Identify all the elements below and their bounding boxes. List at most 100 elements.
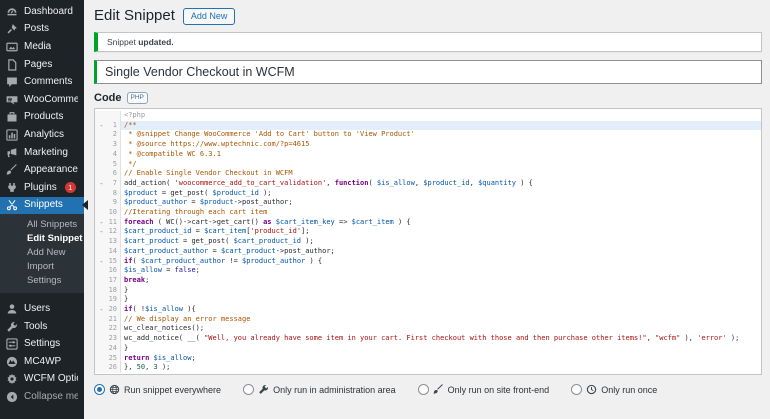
code-text[interactable]: $is_allow = false; — [121, 266, 761, 276]
code-text[interactable]: $product_author = $product->post_author; — [121, 198, 761, 208]
code-text[interactable]: return $is_allow; — [121, 354, 761, 364]
code-text[interactable]: <?php — [121, 111, 761, 121]
code-line-17[interactable]: 17 break; — [95, 275, 761, 286]
sidebar-item-collapse-menu[interactable]: Collapse menu — [0, 388, 84, 406]
snippet-title-input[interactable]: Single Vendor Checkout in WCFM — [94, 60, 762, 84]
sidebar-item-wcfm-options[interactable]: WCFM Options — [0, 371, 84, 389]
sidebar-item-analytics[interactable]: Analytics — [0, 126, 84, 144]
code-line-24[interactable]: 24} — [95, 343, 761, 354]
line-number: 2 — [112, 130, 117, 139]
sidebar-item-comments[interactable]: Comments — [0, 73, 84, 91]
code-line-4[interactable]: 4 * @compatible WC 6.3.1 — [95, 149, 761, 160]
fold-marker-icon[interactable]: - — [99, 305, 104, 315]
code-text[interactable]: $cart_product_id = $cart_item['product_i… — [121, 227, 761, 237]
code-line-23[interactable]: 23 wc_add_notice( __( "Well, you already … — [95, 334, 761, 344]
sidebar-item-dashboard[interactable]: Dashboard — [0, 3, 84, 21]
gutter: 3 — [95, 140, 121, 150]
sidebar-item-users[interactable]: Users — [0, 300, 84, 318]
code-text[interactable]: * @source https://www.wptechnic.com/?p=4… — [121, 140, 761, 150]
fold-marker-icon[interactable]: - — [99, 121, 104, 131]
code-text[interactable]: add_action( 'woocommerce_add_to_cart_val… — [121, 179, 761, 189]
gutter: -1 — [95, 120, 121, 131]
sidebar-item-tools[interactable]: Tools — [0, 318, 84, 336]
code-line-19[interactable]: 19} — [95, 295, 761, 306]
sidebar-item-pages[interactable]: Pages — [0, 56, 84, 74]
code-line-12[interactable]: -12 $cart_product_id = $cart_item['produc… — [95, 227, 761, 238]
code-text[interactable]: } — [121, 286, 761, 296]
fold-marker-icon[interactable]: - — [99, 218, 104, 228]
code-text[interactable]: } — [121, 295, 761, 305]
fold-marker-icon[interactable]: - — [99, 227, 104, 237]
scope-option-only-run-in-administration-area[interactable]: Only run in administration area — [243, 384, 396, 395]
code-line-2[interactable]: 2 * @snippet Change WooCommerce 'Add to … — [95, 130, 761, 141]
radio-button[interactable] — [417, 384, 429, 395]
code-line-5[interactable]: 5 */ — [95, 159, 761, 170]
code-line-13[interactable]: 13 $cart_product = get_post( $cart_produc… — [95, 237, 761, 247]
code-text[interactable]: foreach ( WC()->cart->get_cart() as $car… — [121, 218, 761, 228]
code-line-10[interactable]: 10 //Iterating through each cart item — [95, 208, 761, 218]
code-editor[interactable]: <?php -1/** 2 * @snippet Change WooCommerc… — [94, 108, 762, 375]
code-text[interactable]: if( !$is_allow ){ — [121, 305, 761, 315]
code-line-16[interactable]: 16 $is_allow = false; — [95, 266, 761, 276]
code-text[interactable]: /** — [121, 120, 761, 131]
sidebar-item-snippets[interactable]: Snippets — [0, 196, 88, 215]
line-number: 12 — [108, 227, 117, 236]
scope-option-run-snippet-everywhere[interactable]: Run snippet everywhere — [94, 384, 221, 395]
sidebar-subitem-add-new[interactable]: Add New — [0, 245, 84, 259]
code-text[interactable]: } — [121, 344, 761, 354]
fold-marker-icon[interactable]: - — [99, 257, 104, 267]
sidebar-item-products[interactable]: Products — [0, 109, 84, 127]
code-line-11[interactable]: -11 foreach ( WC()->cart->get_cart() as $… — [95, 217, 761, 228]
sidebar-item-posts[interactable]: Posts — [0, 21, 84, 39]
code-line-1[interactable]: -1/** — [95, 120, 761, 131]
code-line-8[interactable]: 8 $product = get_post( $product_id ); — [95, 188, 761, 199]
fold-marker-icon[interactable]: - — [99, 179, 104, 189]
scope-option-only-run-on-site-front-end[interactable]: Only run on site front-end — [417, 384, 550, 395]
code-text[interactable]: }, 50, 3 ); — [121, 363, 761, 373]
radio-button[interactable] — [243, 384, 255, 395]
sidebar-subitem-settings[interactable]: Settings — [0, 273, 84, 287]
code-line-25[interactable]: 25 return $is_allow; — [95, 353, 761, 364]
sidebar-subitem-all-snippets[interactable]: All Snippets — [0, 217, 84, 231]
sidebar-subitem-edit-snippet[interactable]: Edit Snippet — [0, 231, 84, 245]
code-line-18[interactable]: 18} — [95, 285, 761, 296]
code-line-9[interactable]: 9 $product_author = $product->post_author… — [95, 198, 761, 209]
code-text[interactable]: $cart_product_author = $cart_product->po… — [121, 247, 761, 257]
sidebar-item-appearance[interactable]: Appearance — [0, 161, 84, 179]
sidebar-subitem-import[interactable]: Import — [0, 259, 84, 273]
code-text[interactable]: // Enable Single Vendor Checkout in WCFM — [121, 169, 761, 179]
php-open-line[interactable]: <?php — [95, 111, 761, 121]
code-text[interactable]: wc_add_notice( __( "Well, you already ha… — [121, 334, 761, 344]
sidebar-item-marketing[interactable]: Marketing — [0, 144, 84, 162]
code-line-14[interactable]: 14 $cart_product_author = $cart_product->… — [95, 246, 761, 257]
radio-button[interactable] — [571, 384, 583, 395]
scope-option-label: Only run on site front-end — [447, 384, 550, 395]
code-text[interactable]: */ — [121, 160, 761, 170]
sidebar-item-mc4wp[interactable]: MC4WP — [0, 353, 84, 371]
code-text[interactable]: //Iterating through each cart item — [121, 208, 761, 218]
products-icon — [6, 111, 18, 123]
code-text[interactable]: // We display an error message — [121, 315, 761, 325]
sidebar-item-plugins[interactable]: Plugins 1 — [0, 179, 84, 197]
sidebar-item-settings[interactable]: Settings — [0, 335, 84, 353]
code-line-20[interactable]: -20 if( !$is_allow ){ — [95, 305, 761, 315]
code-text[interactable]: * @compatible WC 6.3.1 — [121, 150, 761, 160]
scope-option-only-run-once[interactable]: Only run once — [571, 384, 657, 395]
radio-button[interactable] — [94, 384, 105, 395]
sidebar-item-media[interactable]: Media — [0, 38, 84, 56]
code-line-26[interactable]: 26}, 50, 3 ); — [95, 363, 761, 373]
code-text[interactable]: if( $cart_product_author != $product_aut… — [121, 257, 761, 267]
code-line-3[interactable]: 3 * @source https://www.wptechnic.com/?p… — [95, 140, 761, 150]
code-text[interactable]: break; — [121, 276, 761, 286]
code-text[interactable]: wc_clear_notices(); — [121, 324, 761, 334]
sidebar-item-woocommerce[interactable]: WooCommerce — [0, 91, 84, 109]
code-line-7[interactable]: -7 add_action( 'woocommerce_add_to_cart_v… — [95, 178, 761, 189]
code-text[interactable]: $product = get_post( $product_id ); — [121, 189, 761, 199]
code-line-6[interactable]: 6 // Enable Single Vendor Checkout in WCF… — [95, 169, 761, 179]
code-text[interactable]: * @snippet Change WooCommerce 'Add to Ca… — [121, 130, 761, 140]
code-line-22[interactable]: 22 wc_clear_notices(); — [95, 324, 761, 335]
code-text[interactable]: $cart_product = get_post( $cart_product_… — [121, 237, 761, 247]
code-line-15[interactable]: -15 if( $cart_product_author != $product_… — [95, 256, 761, 267]
code-line-21[interactable]: 21 // We display an error message — [95, 314, 761, 325]
add-new-button[interactable]: Add New — [182, 7, 236, 25]
